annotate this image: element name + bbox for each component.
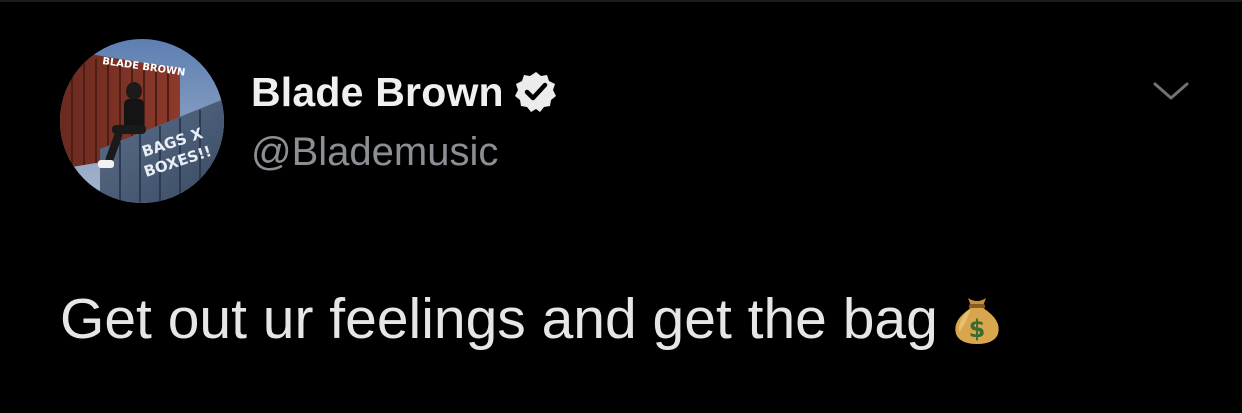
svg-text:$: $ [968,315,985,343]
tweet-text: Get out ur feelings and get the bag [60,287,938,351]
tweet-body: Get out ur feelings and get the bag $ [60,283,1008,355]
author-name-row[interactable]: Blade Brown [251,66,558,118]
verified-badge-icon [514,70,558,114]
money-bag-icon: $ [946,284,1008,346]
avatar-image: BLADE BROWN BAGS X BOXES!! [60,39,224,203]
user-handle[interactable]: @Blademusic [251,126,498,178]
avatar[interactable]: BLADE BROWN BAGS X BOXES!! [60,39,224,203]
tweet-card[interactable]: BLADE BROWN BAGS X BOXES!! Blade Brown @… [0,0,1242,413]
display-name[interactable]: Blade Brown [251,66,504,118]
chevron-down-icon [1153,82,1189,100]
more-options-button[interactable] [1150,76,1192,106]
